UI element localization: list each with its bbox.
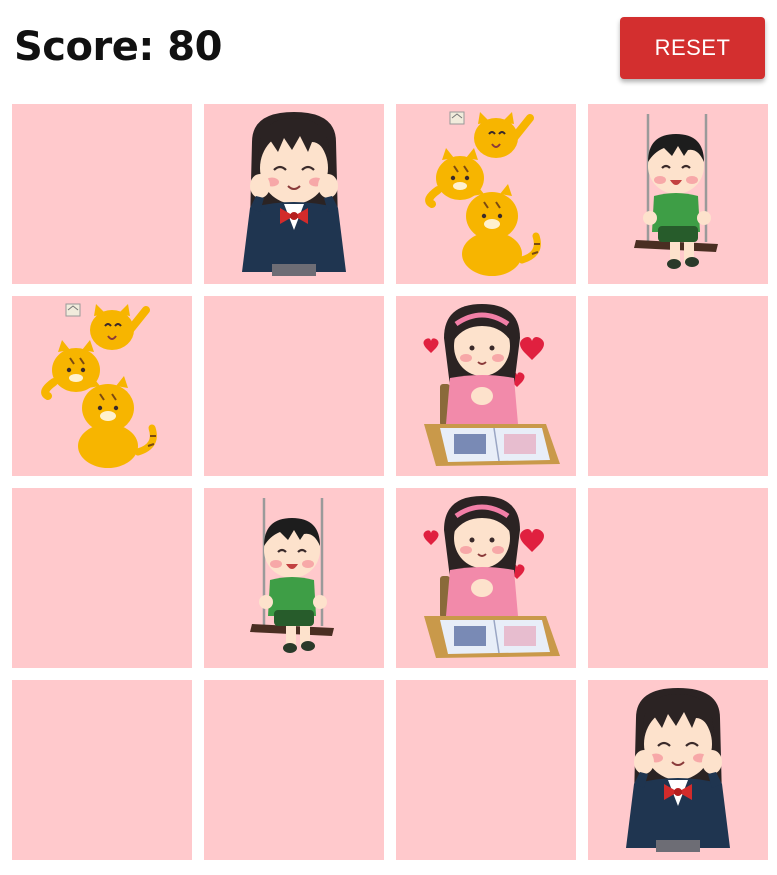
card-r4-c4[interactable] — [588, 680, 768, 860]
stacked-tigers-image — [425, 111, 541, 276]
card-r1-c1[interactable] — [12, 104, 192, 284]
header: Score: 80 RESET — [0, 0, 777, 100]
girl-with-photo-album-image — [423, 304, 560, 466]
boy-on-swing-image — [634, 114, 718, 269]
card-r2-c4[interactable] — [588, 296, 768, 476]
card-r3-c4[interactable] — [588, 488, 768, 668]
card-r2-c1[interactable] — [12, 296, 192, 476]
girl-with-photo-album-image — [423, 496, 560, 658]
card-r3-c2[interactable] — [204, 488, 384, 668]
boy-on-swing-image — [250, 498, 334, 653]
card-r2-c2[interactable] — [204, 296, 384, 476]
reset-button[interactable]: RESET — [620, 17, 765, 79]
card-r4-c3[interactable] — [396, 680, 576, 860]
card-r2-c3[interactable] — [396, 296, 576, 476]
card-r1-c4[interactable] — [588, 104, 768, 284]
score-display: Score: 80 — [14, 24, 222, 70]
schoolgirl-smiling-image — [242, 112, 346, 276]
stacked-tigers-image — [41, 303, 157, 468]
card-r1-c2[interactable] — [204, 104, 384, 284]
card-r3-c1[interactable] — [12, 488, 192, 668]
card-r3-c3[interactable] — [396, 488, 576, 668]
card-r4-c1[interactable] — [12, 680, 192, 860]
schoolgirl-smiling-image — [626, 688, 730, 852]
card-r1-c3[interactable] — [396, 104, 576, 284]
card-grid — [12, 104, 768, 860]
card-r4-c2[interactable] — [204, 680, 384, 860]
